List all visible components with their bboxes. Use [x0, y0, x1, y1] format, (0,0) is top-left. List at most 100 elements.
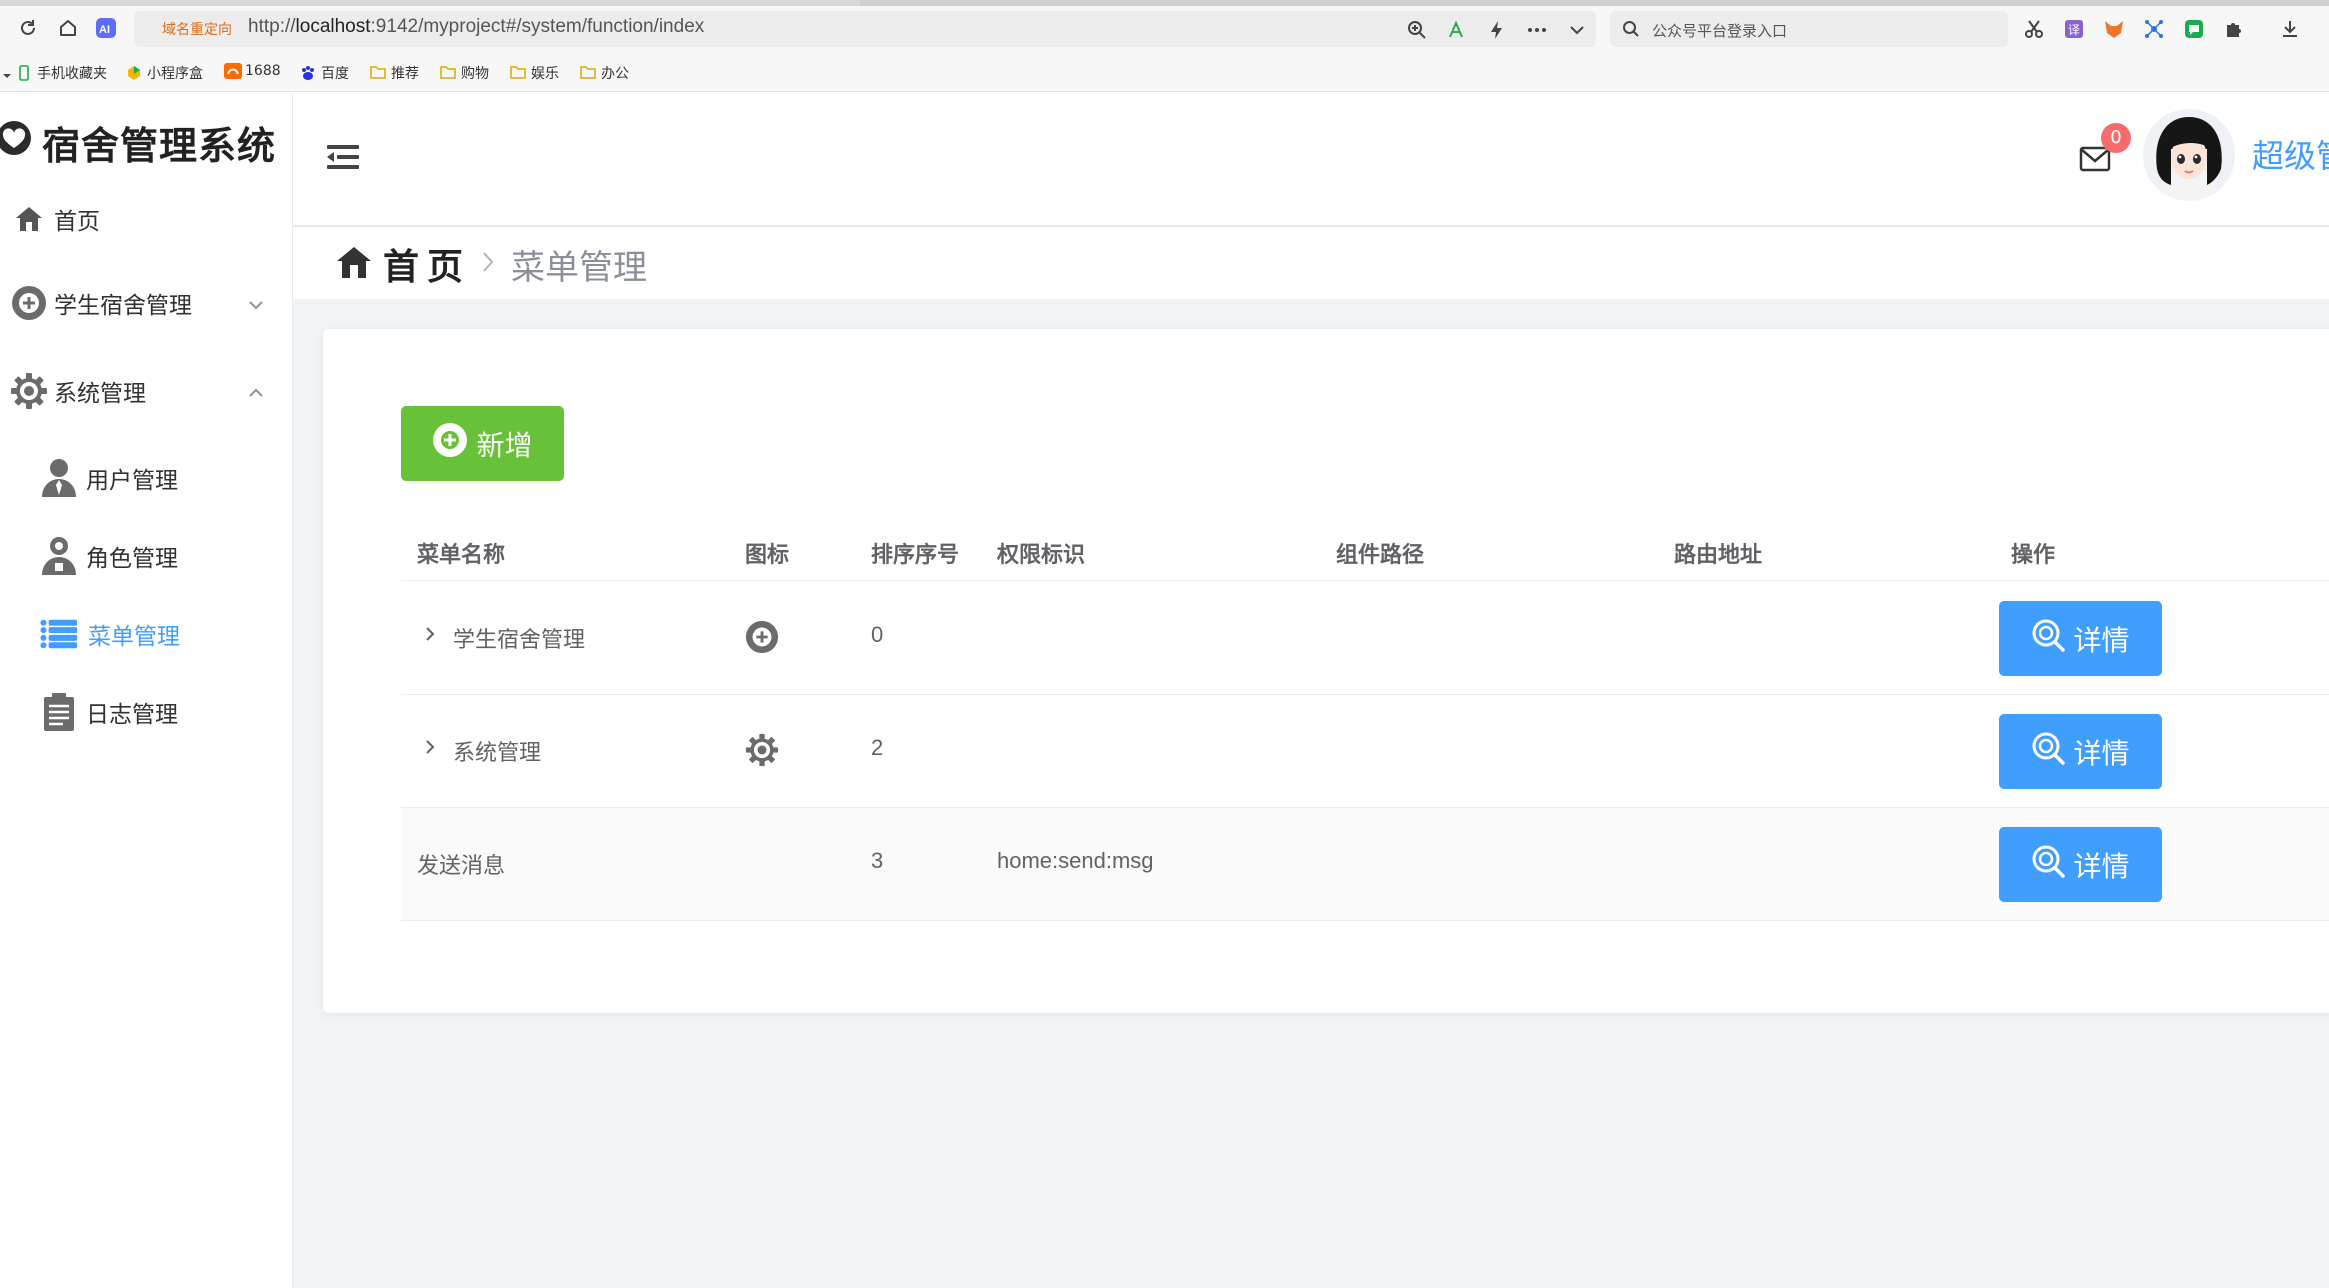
folder-icon	[580, 65, 596, 81]
puzzle-icon[interactable]	[2222, 17, 2246, 41]
bookmark-item[interactable]: 小程序盒	[126, 63, 203, 83]
log-icon	[40, 693, 78, 731]
redirect-tag: 域名重定向	[162, 22, 232, 38]
table-row: 系统管理 2 详情	[401, 695, 2329, 808]
bookmark-item[interactable]: 手机收藏夹	[16, 63, 107, 83]
add-button[interactable]: 新增	[401, 406, 564, 481]
plus-circle-icon	[432, 422, 468, 465]
tab-inactive[interactable]	[0, 0, 860, 6]
bookmarks-toggle-icon[interactable]	[2, 66, 12, 85]
sidebar-item-menus[interactable]: 菜单管理	[0, 609, 292, 659]
phone-icon	[16, 65, 32, 81]
sidebar: 宿舍管理系统 首页 学生宿舍管理 系统管理 用户管理 角色管理 菜单管理 日志管…	[0, 93, 293, 1288]
search-icon	[1623, 21, 1639, 37]
sidebar-item-home[interactable]: 首页	[0, 197, 292, 241]
message-count-badge: 0	[2101, 123, 2131, 153]
sidebar-item-label: 日志管理	[86, 702, 178, 728]
lightning-icon[interactable]	[1486, 19, 1508, 41]
tab-active[interactable]	[860, 0, 2329, 6]
plus-circle-icon	[10, 284, 48, 322]
sidebar-item-users[interactable]: 用户管理	[0, 453, 292, 503]
magnifier-icon	[2031, 731, 2066, 772]
detail-button-label: 详情	[2073, 623, 2130, 657]
translate-icon[interactable]: 译	[2062, 17, 2086, 41]
home-button-icon[interactable]	[56, 16, 80, 40]
breadcrumb-home[interactable]: 首页	[383, 238, 471, 290]
detail-button-label: 详情	[2073, 736, 2130, 770]
top-header: 0 超级管	[293, 93, 2329, 227]
user-name[interactable]: 超级管	[2252, 131, 2329, 177]
role-icon	[40, 537, 78, 575]
menu-toggle-icon[interactable]	[327, 143, 359, 175]
tab-strip	[0, 0, 2329, 6]
add-button-label: 新增	[476, 428, 533, 462]
browser-search-box[interactable]: 公众号平台登录入口	[1610, 11, 2008, 47]
svg-text:AI: AI	[99, 24, 110, 36]
sidebar-item-roles[interactable]: 角色管理	[0, 531, 292, 581]
folder-icon	[370, 65, 386, 81]
chevron-down-icon[interactable]	[1566, 19, 1588, 41]
download-icon[interactable]	[2278, 17, 2302, 41]
app-logo[interactable]: 宿舍管理系统	[0, 115, 276, 169]
sidebar-item-label: 用户管理	[86, 468, 178, 494]
more-icon[interactable]	[1526, 19, 1548, 41]
menu-name: 发送消息	[417, 853, 506, 878]
home-icon	[10, 200, 48, 238]
search-placeholder: 公众号平台登录入口	[1652, 22, 1788, 40]
chevron-right-icon	[481, 248, 495, 281]
folder-icon	[440, 65, 456, 81]
avatar[interactable]	[2143, 109, 2235, 201]
bookmark-item[interactable]: 百度	[300, 63, 349, 83]
url-text[interactable]: http://localhost:9142/myproject#/system/…	[248, 16, 704, 38]
breadcrumb-home-icon[interactable]	[335, 244, 373, 284]
address-bar[interactable]: 域名重定向 http://localhost:9142/myproject#/s…	[134, 11, 1596, 47]
sidebar-item-label: 首页	[54, 209, 100, 235]
magnifier-icon	[2031, 618, 2066, 659]
bookmark-item[interactable]: 购物	[440, 63, 489, 83]
sidebar-item-label: 角色管理	[86, 546, 178, 572]
folder-icon	[510, 65, 526, 81]
chevron-up-icon	[248, 378, 264, 404]
bookmark-item[interactable]: 推荐	[370, 63, 419, 83]
bookmark-item[interactable]: 娱乐	[510, 63, 559, 83]
sidebar-item-logs[interactable]: 日志管理	[0, 687, 292, 737]
bookmark-item[interactable]: 办公	[580, 63, 629, 83]
green-extension-icon[interactable]	[2182, 17, 2206, 41]
fox-extension-icon[interactable]	[2102, 17, 2126, 41]
baidu-icon	[300, 65, 316, 81]
content-card: 新增 菜单名称 图标 排序序号 权限标识 组件路径 路由地址 操作 学生宿舍管理…	[323, 329, 2329, 1013]
sort-order: 0	[871, 622, 884, 647]
menu-name: 学生宿舍管理	[453, 627, 586, 652]
breadcrumb-current: 菜单管理	[511, 247, 648, 288]
column-header: 路由地址	[1674, 543, 1763, 568]
column-header: 菜单名称	[417, 543, 506, 568]
detail-button[interactable]: 详情	[1999, 601, 2162, 676]
list-icon	[40, 615, 78, 653]
expand-chevron-icon[interactable]	[425, 626, 435, 646]
plus-circle-icon	[745, 620, 779, 658]
network-extension-icon[interactable]	[2142, 17, 2166, 41]
expand-chevron-icon[interactable]	[425, 739, 435, 759]
heart-logo-icon	[0, 118, 36, 166]
sidebar-item-dorm[interactable]: 学生宿舍管理	[0, 281, 292, 325]
detail-button[interactable]: 详情	[1999, 714, 2162, 789]
table-row: 发送消息 3 home:send:msg 详情	[401, 808, 2329, 921]
chevron-down-icon	[248, 290, 264, 316]
user-icon	[40, 459, 78, 497]
column-header: 排序序号	[871, 543, 960, 568]
bookmark-item[interactable]: 1688	[224, 63, 281, 79]
scissors-icon[interactable]	[2022, 17, 2046, 41]
permission: home:send:msg	[997, 848, 1154, 873]
ai-icon[interactable]: AI	[94, 16, 118, 40]
gear-icon	[10, 372, 48, 410]
sidebar-item-system[interactable]: 系统管理	[0, 369, 292, 413]
sidebar-item-label: 系统管理	[54, 381, 146, 407]
menu-name: 系统管理	[453, 740, 542, 765]
svg-text:译: 译	[2068, 23, 2080, 37]
app-icon	[126, 65, 142, 81]
read-aloud-icon[interactable]	[1446, 19, 1468, 41]
zoom-icon[interactable]	[1406, 19, 1428, 41]
reload-icon[interactable]	[16, 16, 40, 40]
detail-button[interactable]: 详情	[1999, 827, 2162, 902]
table-row: 学生宿舍管理 0 详情	[401, 582, 2329, 695]
